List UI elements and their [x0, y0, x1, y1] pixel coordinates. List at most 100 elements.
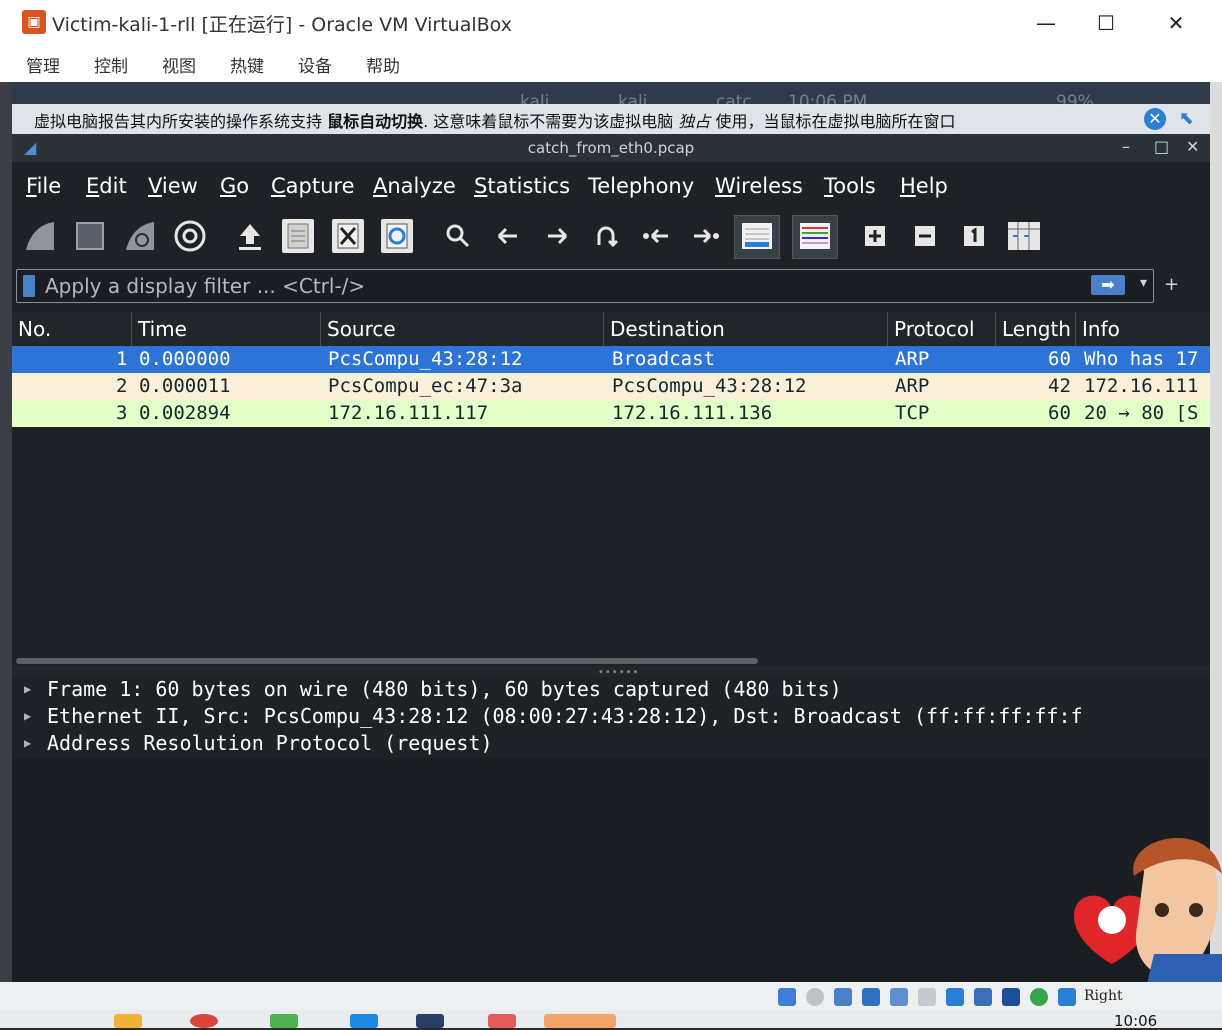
column-header-length[interactable]: Length [996, 312, 1076, 346]
packet-row[interactable]: 3 0.002894 172.16.111.117 172.16.111.136… [12, 400, 1210, 427]
zoom-in-icon[interactable] [857, 218, 893, 254]
detail-arp: Address Resolution Protocol (request) [47, 731, 493, 755]
close-button[interactable]: ✕ [1146, 6, 1206, 40]
maximize-button[interactable]: ☐ [1076, 6, 1136, 40]
menu-view[interactable]: View [148, 174, 198, 198]
app-icon-blue[interactable] [350, 1014, 378, 1028]
menu-help[interactable]: Help [900, 174, 948, 198]
host-menu-hotkeys[interactable]: 热键 [230, 52, 264, 77]
app-icon-red[interactable] [488, 1014, 516, 1028]
colorize-packets-icon[interactable] [792, 215, 838, 259]
restart-capture-icon[interactable] [122, 218, 158, 254]
column-header-protocol[interactable]: Protocol [888, 312, 996, 346]
detail-tree-item[interactable]: ▶ Address Resolution Protocol (request) [12, 730, 1210, 757]
resize-columns-icon[interactable] [1006, 218, 1042, 254]
save-file-icon[interactable] [282, 219, 314, 253]
menu-statistics[interactable]: Statistics [474, 174, 570, 198]
taskbar-clock: 10:06 [1114, 1012, 1158, 1030]
go-back-arrow-left-icon[interactable] [490, 218, 526, 254]
ws-close-button[interactable]: ✕ [1186, 137, 1199, 156]
app-icon-navy[interactable] [416, 1014, 444, 1028]
column-header-info[interactable]: Info [1076, 312, 1210, 346]
display-icon[interactable] [946, 988, 964, 1006]
column-header-no[interactable]: No. [12, 312, 132, 346]
menu-go[interactable]: Go [220, 174, 249, 198]
host-menu-control[interactable]: 控制 [94, 52, 128, 77]
minimize-button[interactable]: — [1016, 6, 1076, 40]
notice-message: 虚拟电脑报告其内所安装的操作系统支持 鼠标自动切换. 这意味着鼠标不需要为该虚拟… [34, 108, 956, 132]
browser-icon[interactable] [190, 1014, 218, 1028]
menu-telephony[interactable]: Telephony [588, 174, 694, 198]
usb-icon[interactable] [890, 988, 908, 1006]
host-menu-help[interactable]: 帮助 [366, 52, 400, 77]
guest-screen[interactable]: kali kali catc... 10:06 PM 99% 虚拟电脑报告其内所… [12, 82, 1210, 982]
stop-capture-icon[interactable] [72, 218, 108, 254]
network-icon[interactable] [862, 988, 880, 1006]
column-header-source[interactable]: Source [321, 312, 604, 346]
apply-filter-arrow-icon[interactable]: ➡ [1091, 275, 1125, 295]
virtualbox-taskbar-icon[interactable] [544, 1014, 616, 1028]
add-filter-button[interactable]: + [1164, 274, 1179, 295]
file-explorer-icon[interactable] [114, 1014, 142, 1028]
packet-destination: PcsCompu_43:28:12 [612, 375, 807, 397]
hard-disk-icon[interactable] [778, 988, 796, 1006]
optical-drive-icon[interactable] [806, 988, 824, 1006]
go-to-packet-icon[interactable] [588, 218, 624, 254]
wireshark-window-title: catch_from_eth0.pcap [527, 139, 695, 157]
menu-wireless[interactable]: Wireless [715, 174, 803, 198]
auto-scroll-icon[interactable] [734, 215, 780, 259]
menu-file-mnemonic: F [26, 174, 37, 198]
go-first-packet-icon[interactable] [638, 218, 674, 254]
menu-capture[interactable]: Capture [271, 174, 355, 198]
menu-tools[interactable]: Tools [824, 174, 876, 198]
guest-additions-icon[interactable] [1030, 988, 1048, 1006]
capture-options-gear-icon[interactable] [172, 218, 208, 254]
recording-icon[interactable] [974, 988, 992, 1006]
app-icon-green[interactable] [270, 1014, 298, 1028]
pane-splitter[interactable]: •••••• [12, 666, 1210, 678]
column-header-destination[interactable]: Destination [604, 312, 888, 346]
menu-statistics-mnemonic: S [474, 174, 488, 198]
packet-list-horizontal-scrollbar[interactable] [16, 658, 758, 664]
go-last-packet-icon[interactable] [688, 218, 724, 254]
detail-tree-item[interactable]: ▶ Frame 1: 60 bytes on wire (480 bits), … [12, 676, 1210, 703]
cpu-icon[interactable] [1002, 988, 1020, 1006]
column-header-time[interactable]: Time [132, 312, 321, 346]
wireshark-title-bar: ◢ catch_from_eth0.pcap – □ ✕ [12, 134, 1210, 162]
packet-row[interactable]: 2 0.000011 PcsCompu_ec:47:3a PcsCompu_43… [12, 373, 1210, 400]
wireshark-menu-bar: File Edit View Go Capture Analyze Statis… [12, 162, 1210, 212]
audio-icon[interactable] [834, 988, 852, 1006]
notice-close-icon[interactable]: ✕ [1144, 108, 1166, 130]
mouse-pointer-icon[interactable]: ⬉ [1179, 108, 1194, 129]
mouse-integration-icon[interactable] [1058, 988, 1076, 1006]
packet-destination: Broadcast [612, 348, 715, 370]
reload-file-icon[interactable] [381, 219, 413, 253]
zoom-out-icon[interactable] [907, 218, 943, 254]
packet-row[interactable]: 1 0.000000 PcsCompu_43:28:12 Broadcast A… [12, 346, 1210, 373]
filter-dropdown-chevron-icon[interactable]: ▾ [1140, 275, 1147, 291]
normal-size-icon[interactable] [956, 218, 992, 254]
start-capture-fin-icon[interactable] [22, 218, 58, 254]
expand-arrow-icon[interactable]: ▶ [24, 703, 31, 730]
menu-capture-label: apture [285, 174, 355, 198]
ws-minimize-button[interactable]: – [1122, 137, 1130, 156]
menu-edit[interactable]: Edit [86, 174, 127, 198]
menu-analyze[interactable]: Analyze [373, 174, 456, 198]
host-key-indicator: Right [1084, 988, 1123, 1004]
close-file-icon[interactable] [332, 219, 364, 253]
find-packet-search-icon[interactable] [440, 218, 476, 254]
go-forward-arrow-right-icon[interactable] [539, 218, 575, 254]
ws-maximize-button[interactable]: □ [1154, 137, 1169, 156]
open-file-upload-icon[interactable] [232, 218, 268, 254]
host-menu-manage[interactable]: 管理 [26, 52, 60, 77]
display-filter-input[interactable] [43, 272, 1047, 300]
shared-folders-icon[interactable] [918, 988, 936, 1006]
expand-arrow-icon[interactable]: ▶ [24, 730, 31, 757]
filter-bookmark-icon[interactable] [23, 275, 35, 297]
host-menu-view[interactable]: 视图 [162, 52, 196, 77]
host-menu-devices[interactable]: 设备 [298, 52, 332, 77]
menu-wireless-label: ireless [735, 174, 803, 198]
expand-arrow-icon[interactable]: ▶ [24, 676, 31, 703]
menu-file[interactable]: File [26, 174, 61, 198]
detail-tree-item[interactable]: ▶ Ethernet II, Src: PcsCompu_43:28:12 (0… [12, 703, 1210, 730]
